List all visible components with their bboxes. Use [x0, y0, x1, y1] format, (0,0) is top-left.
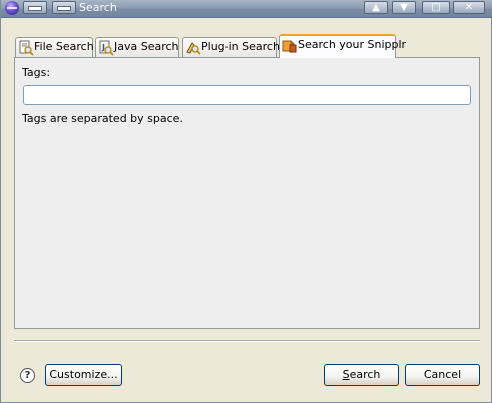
close-icon: ✕ — [464, 2, 474, 13]
window-title: Search — [79, 1, 117, 14]
tab-label: Plug-in Search — [201, 40, 280, 53]
tab-content-panel: Tags: Tags are separated by space. — [14, 57, 480, 329]
search-dialog: Search ▲ ▼ □ ✕ File Search J Java Search… — [0, 0, 492, 403]
plugin-search-icon — [185, 40, 201, 56]
tab-search-your-snipplr[interactable]: Search your Snipplr — [279, 34, 406, 58]
tags-input[interactable] — [23, 85, 471, 105]
window-menu-button-2[interactable] — [52, 1, 76, 14]
search-button-label: earch — [349, 368, 381, 381]
search-button[interactable]: Search — [324, 364, 399, 386]
scroll-down-button[interactable]: ▼ — [392, 1, 416, 14]
close-button[interactable]: ✕ — [453, 1, 485, 14]
tags-hint: Tags are separated by space. — [22, 112, 183, 125]
tab-label: Search your Snipplr — [298, 38, 407, 51]
tags-label: Tags: — [22, 66, 51, 79]
svg-text:J: J — [101, 43, 105, 52]
separator — [14, 340, 480, 342]
maximize-button[interactable]: □ — [422, 1, 450, 14]
up-arrow-icon: ▲ — [372, 2, 380, 13]
tab-plugin-search[interactable]: Plug-in Search — [182, 37, 280, 57]
tab-file-search[interactable]: File Search — [15, 37, 94, 57]
tab-java-search[interactable]: J Java Search — [95, 37, 179, 57]
help-icon[interactable]: ? — [20, 368, 35, 383]
scroll-up-button[interactable]: ▲ — [364, 1, 388, 14]
title-bar[interactable]: Search ▲ ▼ □ ✕ — [1, 0, 492, 18]
window-menu-button[interactable] — [23, 1, 47, 14]
customize-button[interactable]: Customize... — [45, 364, 122, 386]
search-button-mnemonic: S — [342, 368, 350, 381]
snipplr-icon — [282, 38, 298, 54]
file-search-icon — [18, 40, 34, 56]
search-tabs: File Search J Java Search Plug-in Search — [1, 34, 492, 58]
maximize-icon: □ — [431, 2, 441, 13]
tab-label: File Search — [34, 40, 94, 53]
down-arrow-icon: ▼ — [400, 2, 408, 13]
java-search-icon: J — [98, 40, 114, 56]
eclipse-icon[interactable] — [5, 1, 19, 15]
tab-label: Java Search — [114, 40, 179, 53]
cancel-button[interactable]: Cancel — [405, 364, 480, 386]
